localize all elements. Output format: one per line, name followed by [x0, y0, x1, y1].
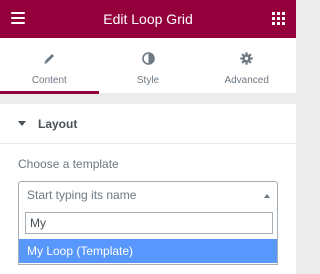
template-dropdown: My Loop (Template)	[18, 208, 278, 265]
caret-up-icon	[264, 194, 270, 198]
pencil-icon	[43, 52, 56, 66]
template-search-input[interactable]	[25, 212, 273, 234]
dropdown-option[interactable]: My Loop (Template)	[19, 239, 277, 263]
caret-down-icon	[18, 121, 26, 126]
grid-icon[interactable]	[272, 12, 285, 25]
tab-label: Content	[31, 75, 67, 86]
template-field-label: Choose a template	[18, 157, 119, 171]
hamburger-icon[interactable]	[11, 12, 25, 24]
section-title: Layout	[38, 116, 78, 131]
tab-content[interactable]: Content	[0, 38, 99, 94]
gear-icon	[240, 52, 253, 66]
template-select[interactable]: Start typing its name	[18, 181, 278, 208]
panel-header: Edit Loop Grid	[0, 0, 296, 38]
panel-title: Edit Loop Grid	[103, 11, 193, 27]
tab-advanced[interactable]: Advanced	[197, 38, 296, 93]
layout-section: Layout Choose a template Start typing it…	[0, 104, 296, 274]
half-circle-icon	[141, 52, 155, 66]
tab-style[interactable]: Style	[99, 38, 198, 93]
select-placeholder: Start typing its name	[27, 188, 137, 202]
tab-label: Advanced	[224, 75, 269, 86]
tab-bar: Content Style Advanced	[0, 38, 296, 94]
tab-label: Style	[136, 75, 160, 86]
section-toggle[interactable]: Layout	[0, 104, 296, 144]
